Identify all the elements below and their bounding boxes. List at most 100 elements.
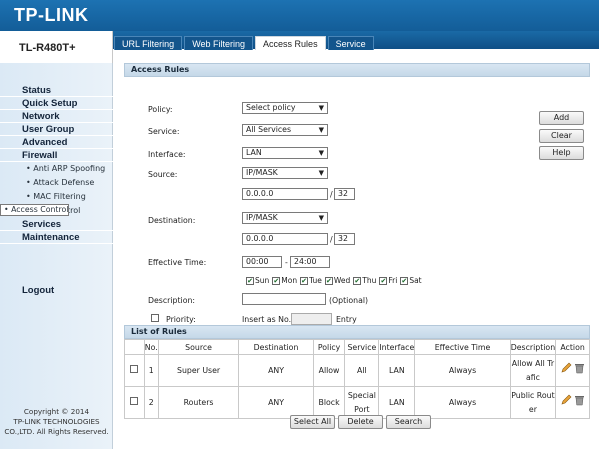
sidebar-item-anti-arp-spoofing[interactable]: • Anti ARP Spoofing	[0, 162, 113, 176]
day-label: Sun	[255, 276, 270, 285]
clear-button[interactable]: Clear	[539, 129, 584, 143]
day-tue[interactable]: ✔ Tue	[300, 276, 322, 285]
pencil-icon[interactable]	[560, 394, 572, 406]
checkbox-checked-icon[interactable]: ✔	[246, 276, 254, 285]
description-input[interactable]	[242, 293, 326, 305]
cell-destination: ANY	[238, 354, 314, 387]
day-label: Sat	[409, 276, 422, 285]
row-checkbox[interactable]	[130, 396, 139, 405]
tab-access-rules[interactable]: Access Rules	[255, 36, 326, 50]
cell-action	[555, 386, 590, 419]
day-fri[interactable]: ✔ Fri	[379, 276, 397, 285]
source-label: Source:	[148, 170, 178, 179]
source-mask-input[interactable]: 32	[334, 188, 355, 200]
sidebar-item-maintenance[interactable]: Maintenance	[0, 231, 113, 244]
checkbox-checked-icon[interactable]: ✔	[353, 276, 362, 285]
table-header-row: No. Source Destination Policy Service In…	[124, 339, 590, 355]
chevron-down-icon: ▼	[318, 169, 324, 177]
model-name: TL-R480T+	[0, 31, 113, 63]
help-button[interactable]: Help	[539, 146, 584, 160]
service-select[interactable]: All Services ▼	[242, 124, 328, 136]
source-type-value: IP/MASK	[246, 168, 278, 177]
interface-label: Interface:	[148, 150, 186, 159]
sidebar-item-firewall[interactable]: Firewall	[0, 149, 113, 162]
day-sun[interactable]: ✔ Sun	[246, 276, 269, 285]
priority-checkbox[interactable]	[151, 314, 159, 322]
destination-ip-input[interactable]: 0.0.0.0	[242, 233, 328, 245]
sidebar-item-access-control[interactable]: • Access Control	[0, 204, 70, 216]
copyright-line-3: CO.,LTD. All Rights Reserved.	[4, 427, 109, 436]
access-rules-title: Access Rules	[124, 63, 590, 77]
sidebar-item-status[interactable]: Status	[0, 84, 113, 97]
header-no: No.	[143, 339, 159, 355]
cell-description: Public Router	[509, 386, 557, 419]
time-end-input[interactable]: 24:00	[290, 256, 330, 268]
trash-icon[interactable]	[574, 394, 585, 406]
tab-service[interactable]: Service	[327, 36, 374, 50]
cell-description: Allow All Trafic	[509, 354, 557, 387]
priority-label: Priority:	[166, 315, 196, 324]
destination-label: Destination:	[148, 216, 196, 225]
search-button[interactable]: Search	[386, 415, 431, 429]
time-dash: -	[285, 258, 288, 267]
insert-as-label: Insert as No.	[242, 315, 292, 324]
cell-source: Routers	[157, 386, 240, 419]
chevron-down-icon: ▼	[318, 214, 324, 222]
checkbox-checked-icon[interactable]: ✔	[272, 276, 281, 285]
policy-select[interactable]: Select policy ▼	[242, 102, 328, 114]
delete-button[interactable]: Delete	[338, 415, 383, 429]
row-select-cell	[124, 354, 145, 387]
copyright-line-1: Copyright © 2014	[23, 407, 90, 416]
checkbox-checked-icon[interactable]: ✔	[324, 276, 333, 285]
description-label: Description:	[148, 296, 196, 305]
destination-type-select[interactable]: IP/MASK ▼	[242, 212, 328, 224]
logout-link[interactable]: Logout	[22, 285, 54, 296]
sidebar-item-mac-filtering[interactable]: • MAC Filtering	[0, 190, 113, 204]
cell-policy: Block	[312, 386, 346, 419]
tab-url-filtering[interactable]: URL Filtering	[114, 36, 183, 50]
pencil-icon[interactable]	[560, 362, 572, 374]
sidebar-item-quick-setup[interactable]: Quick Setup	[0, 97, 113, 110]
cell-interface: LAN	[378, 386, 416, 419]
day-mon[interactable]: ✔ Mon	[272, 276, 297, 285]
day-wed[interactable]: ✔ Wed	[324, 276, 351, 285]
brand-logo: TP-LINK	[14, 5, 89, 25]
cell-no: 2	[143, 386, 159, 419]
sidebar-item-user-group[interactable]: User Group	[0, 123, 113, 136]
interface-select[interactable]: LAN ▼	[242, 147, 328, 159]
sidebar-item-network[interactable]: Network	[0, 110, 113, 123]
sidebar-item-services[interactable]: Services	[0, 218, 113, 231]
table-row: 1 Super User ANY Allow All LAN Always Al…	[124, 354, 590, 387]
time-start-input[interactable]: 00:00	[242, 256, 282, 268]
cell-policy: Allow	[312, 354, 346, 387]
checkbox-checked-icon[interactable]: ✔	[300, 276, 309, 285]
policy-label: Policy:	[148, 105, 173, 114]
copyright-line-2: TP-LINK TECHNOLOGIES	[13, 417, 100, 426]
row-checkbox[interactable]	[130, 364, 139, 373]
day-thu[interactable]: ✔ Thu	[353, 276, 376, 285]
list-of-rules-title: List of Rules	[124, 325, 590, 339]
row-select-cell	[124, 386, 145, 419]
sidebar-item-advanced[interactable]: Advanced	[0, 136, 113, 149]
header-effective-time: Effective Time	[414, 339, 511, 355]
checkbox-checked-icon[interactable]: ✔	[400, 276, 409, 285]
tab-web-filtering[interactable]: Web Filtering	[184, 36, 254, 50]
select-all-button[interactable]: Select All	[290, 415, 335, 429]
source-type-select[interactable]: IP/MASK ▼	[242, 167, 328, 179]
add-button[interactable]: Add	[539, 111, 584, 125]
sidebar: Status Quick Setup Network User Group Ad…	[0, 63, 113, 449]
access-rules-form: Policy: Select policy ▼ Service: All Serv…	[124, 77, 590, 325]
day-label: Tue	[309, 276, 322, 285]
header-description: Description	[509, 339, 557, 355]
source-ip-input[interactable]: 0.0.0.0	[242, 188, 328, 200]
cell-destination: ANY	[238, 386, 314, 419]
sidebar-item-attack-defense[interactable]: • Attack Defense	[0, 176, 113, 190]
day-sat[interactable]: ✔ Sat	[400, 276, 422, 285]
destination-type-value: IP/MASK	[246, 213, 278, 222]
destination-mask-input[interactable]: 32	[334, 233, 355, 245]
entry-label: Entry	[336, 315, 357, 324]
trash-icon[interactable]	[574, 362, 585, 374]
day-label: Wed	[333, 276, 351, 285]
priority-number-input[interactable]	[291, 313, 332, 325]
checkbox-checked-icon[interactable]: ✔	[379, 276, 388, 285]
